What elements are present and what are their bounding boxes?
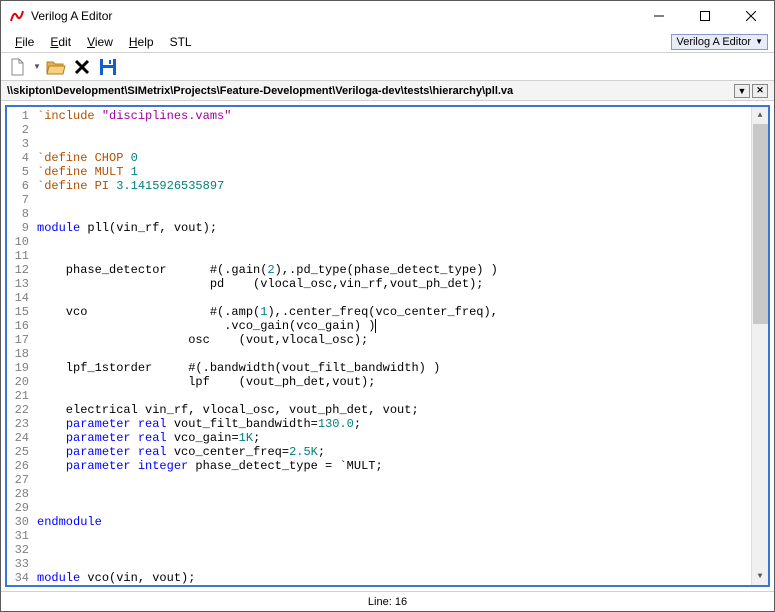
file-path: \\skipton\Development\SIMetrix\Projects\… — [7, 85, 732, 97]
scroll-down-icon[interactable]: ▼ — [752, 568, 768, 585]
panel-dropdown-button[interactable]: ▼ — [734, 84, 750, 98]
new-file-button[interactable] — [7, 56, 29, 78]
code-area[interactable]: `include "disciplines.vams" `define CHOP… — [33, 107, 751, 585]
chevron-down-icon: ▼ — [755, 37, 763, 46]
close-button[interactable] — [728, 1, 774, 31]
app-logo-icon — [9, 8, 25, 24]
maximize-button[interactable] — [682, 1, 728, 31]
vertical-scrollbar[interactable]: ▲ ▼ — [751, 107, 768, 585]
menu-view[interactable]: View — [79, 33, 121, 51]
menu-help[interactable]: Help — [121, 33, 162, 51]
dropdown-arrow-icon[interactable]: ▼ — [33, 62, 41, 71]
minimize-button[interactable] — [636, 1, 682, 31]
status-bar: Line: 16 — [1, 591, 774, 611]
scrollbar-thumb[interactable] — [753, 124, 768, 324]
scroll-up-icon[interactable]: ▲ — [752, 107, 768, 124]
save-button[interactable] — [97, 56, 119, 78]
toolbar: ▼ — [1, 53, 774, 81]
panel-close-button[interactable]: ✕ — [752, 84, 768, 98]
menu-file[interactable]: File — [7, 33, 42, 51]
line-number-gutter: 1 2 3 4 5 6 7 8 9 10 11 12 13 14 15 16 1… — [7, 107, 33, 585]
delete-button[interactable] — [71, 56, 93, 78]
code-editor[interactable]: 1 2 3 4 5 6 7 8 9 10 11 12 13 14 15 16 1… — [5, 105, 770, 587]
open-file-button[interactable] — [45, 56, 67, 78]
path-bar: \\skipton\Development\SIMetrix\Projects\… — [1, 81, 774, 101]
editor-selector-dropdown[interactable]: Verilog A Editor ▼ — [671, 34, 768, 50]
window-title: Verilog A Editor — [31, 9, 636, 23]
status-line-indicator: Line: 16 — [368, 596, 407, 608]
menu-edit[interactable]: Edit — [42, 33, 79, 51]
menubar: File Edit View Help STL Verilog A Editor… — [1, 31, 774, 53]
menu-stl[interactable]: STL — [162, 33, 200, 51]
titlebar: Verilog A Editor — [1, 1, 774, 31]
editor-selector-label: Verilog A Editor — [676, 36, 751, 48]
